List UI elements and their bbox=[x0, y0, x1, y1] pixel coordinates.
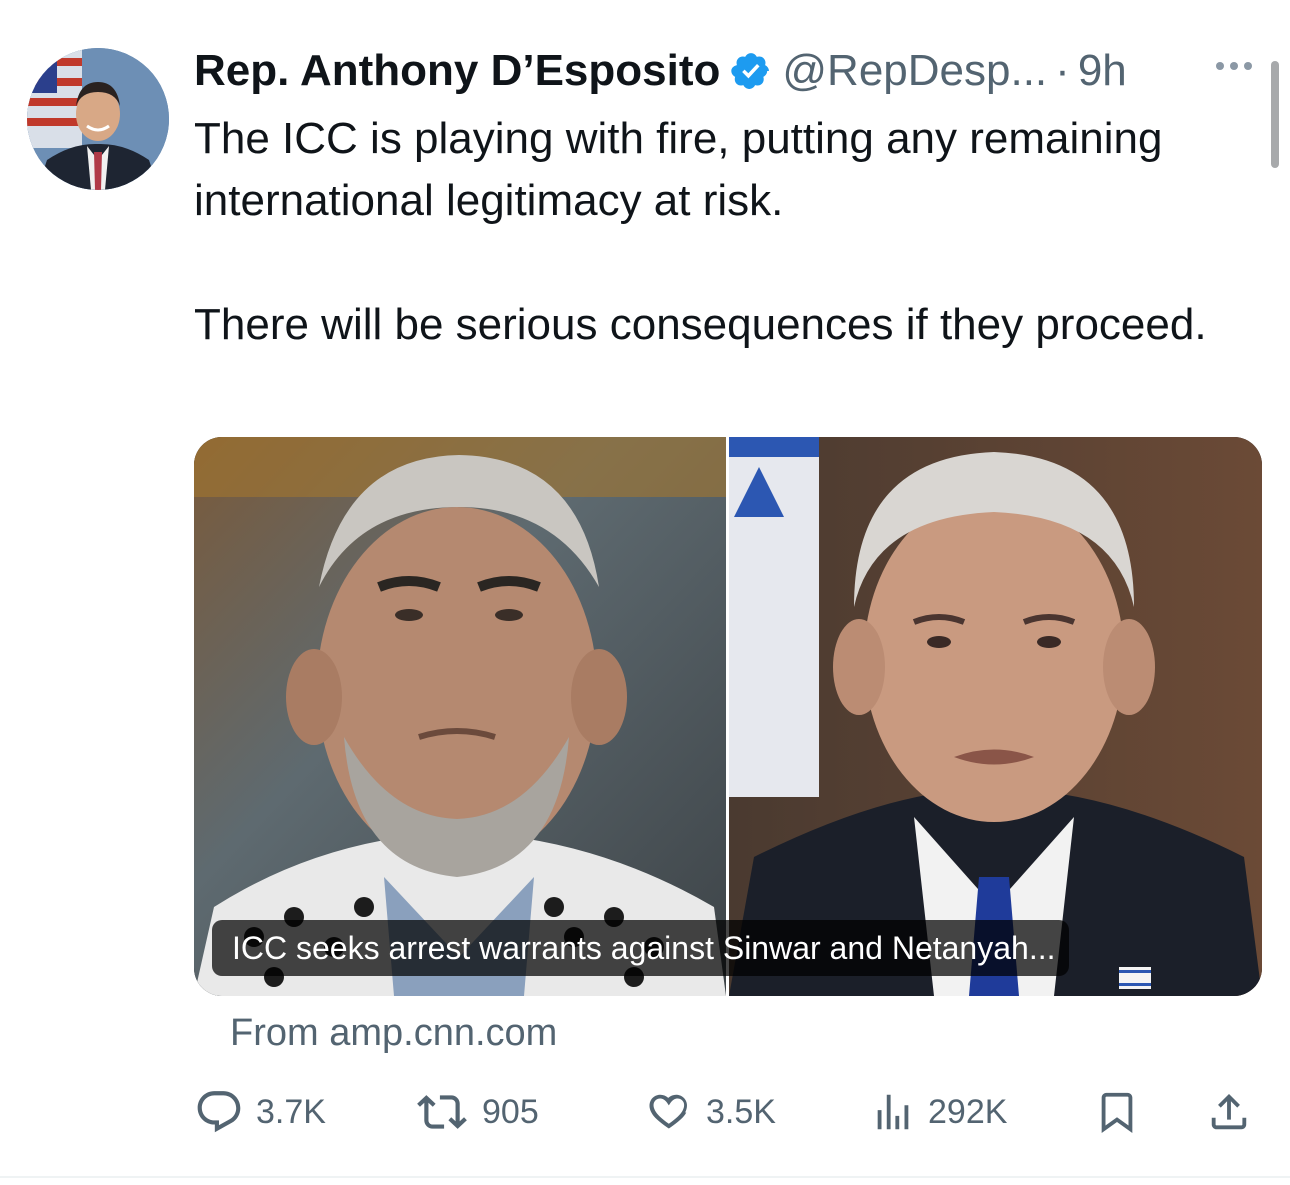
reply-icon bbox=[197, 1091, 241, 1133]
share-icon bbox=[1211, 1093, 1247, 1130]
tweet-header: Rep. Anthony D’Esposito @RepDesp... · 9h bbox=[194, 40, 1127, 102]
divider bbox=[0, 1176, 1290, 1178]
author-handle[interactable]: @RepDesp... bbox=[782, 49, 1047, 93]
reply-count: 3.7K bbox=[256, 1092, 326, 1131]
tweet-text-line-2: There will be serious consequences if th… bbox=[194, 300, 1207, 349]
link-card-caption[interactable]: ICC seeks arrest warrants against Sinwar… bbox=[212, 920, 1070, 976]
views-icon bbox=[877, 1094, 909, 1130]
news-photo bbox=[194, 437, 1262, 996]
author-name[interactable]: Rep. Anthony D’Esposito bbox=[194, 49, 720, 93]
views-button[interactable]: 292K bbox=[870, 1085, 1007, 1139]
separator: · bbox=[1055, 46, 1070, 95]
bookmark-icon bbox=[1101, 1092, 1133, 1133]
avatar-image bbox=[27, 48, 169, 190]
repost-count: 905 bbox=[482, 1092, 539, 1131]
reply-button[interactable]: 3.7K bbox=[194, 1085, 326, 1139]
scrollbar[interactable] bbox=[1271, 61, 1279, 168]
link-source[interactable]: From amp.cnn.com bbox=[230, 1012, 557, 1055]
like-count: 3.5K bbox=[706, 1092, 776, 1131]
like-button[interactable]: 3.5K bbox=[642, 1085, 776, 1139]
tweet-time[interactable]: 9h bbox=[1078, 49, 1127, 93]
share-button[interactable] bbox=[1206, 1085, 1264, 1139]
bookmark-button[interactable] bbox=[1094, 1085, 1152, 1139]
views-count: 292K bbox=[928, 1092, 1008, 1131]
verified-badge-icon[interactable] bbox=[730, 50, 772, 92]
like-icon bbox=[649, 1094, 687, 1129]
tweet-text: The ICC is playing with fire, putting an… bbox=[194, 108, 1264, 356]
link-card-image[interactable]: ICC seeks arrest warrants against Sinwar… bbox=[194, 437, 1262, 996]
repost-icon bbox=[417, 1095, 467, 1129]
more-icon[interactable] bbox=[1212, 54, 1256, 78]
author-avatar[interactable] bbox=[27, 48, 169, 190]
action-bar: 3.7K 905 3.5K 292K bbox=[0, 1085, 1290, 1139]
tweet-text-line-1: The ICC is playing with fire, putting an… bbox=[194, 114, 1163, 225]
repost-button[interactable]: 905 bbox=[414, 1085, 539, 1139]
